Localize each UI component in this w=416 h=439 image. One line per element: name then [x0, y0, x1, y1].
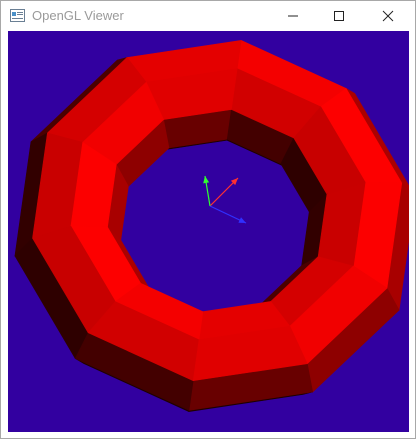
title-bar[interactable]: OpenGL Viewer: [1, 1, 415, 31]
maximize-icon: [334, 11, 344, 21]
close-button[interactable]: [362, 1, 414, 31]
minimize-button[interactable]: [270, 1, 316, 31]
maximize-button[interactable]: [316, 1, 362, 31]
app-icon: [10, 9, 25, 22]
minimize-icon: [288, 15, 298, 17]
opengl-viewport[interactable]: [8, 31, 409, 432]
scene-canvas[interactable]: [8, 31, 409, 432]
app-window: OpenGL Viewer: [0, 0, 416, 439]
close-icon: [382, 10, 394, 22]
window-title: OpenGL Viewer: [32, 8, 124, 23]
